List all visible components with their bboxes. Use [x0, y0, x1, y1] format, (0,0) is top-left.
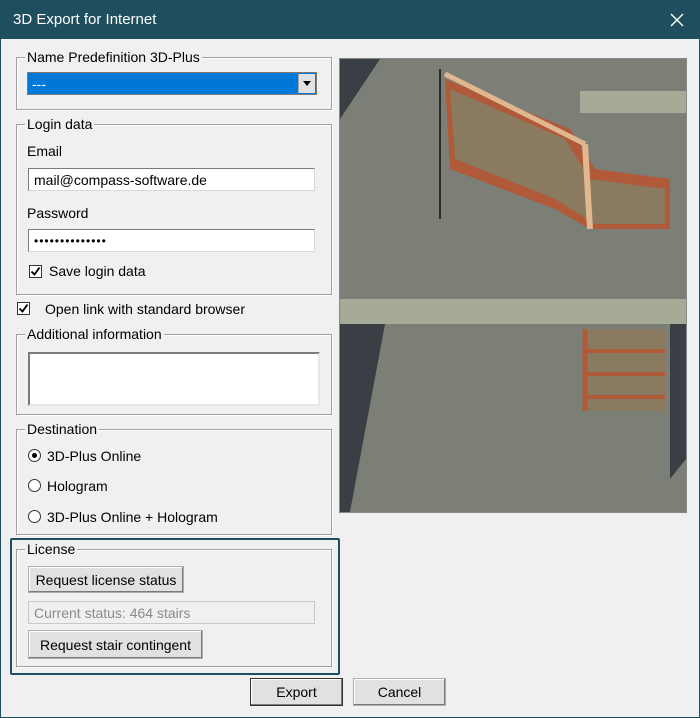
window-title: 3D Export for Internet [13, 11, 157, 28]
request-stair-contingent-button[interactable]: Request stair contingent [28, 630, 203, 659]
additional-info-group: Additional information [16, 326, 332, 415]
save-login-checkbox[interactable] [29, 265, 42, 278]
dropdown-arrow[interactable] [298, 74, 315, 93]
email-field[interactable]: mail@compass-software.de [28, 168, 315, 191]
title-bar: 3D Export for Internet [1, 1, 699, 39]
password-field[interactable]: •••••••••••••• [28, 229, 315, 252]
radio-dot [32, 453, 37, 458]
destination-radio-online[interactable] [28, 449, 41, 462]
license-group: License Request license status Current s… [16, 541, 332, 667]
destination-option-both: 3D-Plus Online + Hologram [47, 509, 218, 525]
name-predefinition-value: --- [32, 76, 46, 92]
name-predefinition-select[interactable]: --- [27, 72, 317, 95]
stair-render [340, 59, 686, 512]
destination-option-hologram: Hologram [47, 478, 108, 494]
destination-legend: Destination [25, 421, 100, 437]
checkmark-icon [30, 266, 41, 276]
current-status-field: Current status: 464 stairs [28, 601, 315, 624]
save-login-label: Save login data [49, 263, 146, 279]
export-button[interactable]: Export [250, 678, 343, 706]
open-link-label: Open link with standard browser [45, 301, 245, 317]
additional-info-legend: Additional information [25, 326, 164, 342]
destination-group: Destination 3D-Plus Online Hologram 3D-P… [16, 421, 332, 535]
close-icon [670, 13, 684, 27]
login-data-legend: Login data [25, 116, 95, 132]
cancel-button[interactable]: Cancel [353, 678, 446, 706]
email-label: Email [27, 143, 63, 159]
dialog-window: 3D Export for Internet Name Predefinitio… [0, 0, 700, 718]
checkmark-icon [18, 303, 29, 313]
name-predefinition-group: Name Predefinition 3D-Plus --- [16, 49, 332, 110]
request-license-status-button[interactable]: Request license status [28, 566, 184, 593]
password-label: Password [27, 205, 89, 221]
login-data-group: Login data Email mail@compass-software.d… [16, 116, 332, 295]
close-button[interactable] [655, 1, 699, 39]
chevron-down-icon [303, 81, 311, 86]
destination-radio-both[interactable] [28, 510, 41, 523]
stair-preview-image [339, 58, 687, 513]
name-predefinition-legend: Name Predefinition 3D-Plus [25, 49, 202, 65]
destination-radio-hologram[interactable] [28, 479, 41, 492]
license-legend: License [25, 541, 78, 557]
destination-option-online: 3D-Plus Online [47, 448, 142, 464]
additional-info-textarea[interactable] [28, 352, 320, 406]
open-link-checkbox[interactable] [17, 302, 30, 315]
